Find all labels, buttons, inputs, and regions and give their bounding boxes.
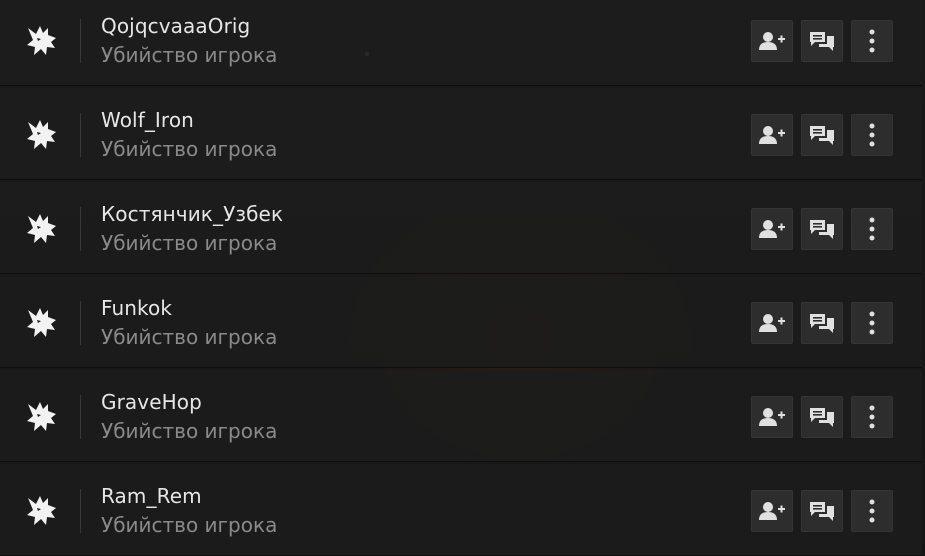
chat-button[interactable] xyxy=(801,20,843,62)
more-vertical-icon xyxy=(869,405,875,429)
row-divider xyxy=(80,19,81,63)
add-friend-icon xyxy=(759,407,785,427)
player-name: QojqcvaaaOrig xyxy=(101,14,251,38)
add-friend-icon xyxy=(759,31,785,51)
chat-icon xyxy=(809,30,835,52)
more-button[interactable] xyxy=(851,490,893,532)
add-friend-button[interactable] xyxy=(751,20,793,62)
more-button[interactable] xyxy=(851,208,893,250)
chat-button[interactable] xyxy=(801,396,843,438)
more-vertical-icon xyxy=(869,217,875,241)
wolf-logo-icon xyxy=(24,116,60,154)
player-name: Ram_Rem xyxy=(101,484,202,508)
more-button[interactable] xyxy=(851,20,893,62)
row-divider xyxy=(80,207,81,251)
player-row[interactable]: QojqcvaaaOrig Убийство игрока xyxy=(0,0,922,86)
add-friend-button[interactable] xyxy=(751,114,793,156)
add-friend-icon xyxy=(759,125,785,145)
more-button[interactable] xyxy=(851,302,893,344)
wolf-logo-icon xyxy=(24,304,60,342)
player-status: Убийство игрока xyxy=(101,137,278,161)
chat-button[interactable] xyxy=(801,490,843,532)
player-name: GraveHop xyxy=(101,390,202,414)
row-divider xyxy=(80,395,81,439)
player-name: Funkok xyxy=(101,296,173,320)
player-name: Wolf_Iron xyxy=(101,108,194,132)
chat-icon xyxy=(809,500,835,522)
row-divider xyxy=(80,301,81,345)
row-divider xyxy=(80,489,81,533)
chat-button[interactable] xyxy=(801,302,843,344)
add-friend-icon xyxy=(759,219,785,239)
more-vertical-icon xyxy=(869,29,875,53)
player-status: Убийство игрока xyxy=(101,325,278,349)
chat-icon xyxy=(809,218,835,240)
more-button[interactable] xyxy=(851,396,893,438)
player-list: QojqcvaaaOrig Убийство игрока Wolf_Iron … xyxy=(0,0,922,556)
add-friend-icon xyxy=(759,501,785,521)
more-vertical-icon xyxy=(869,123,875,147)
player-row[interactable]: GraveHop Убийство игрока xyxy=(0,370,922,462)
add-friend-button[interactable] xyxy=(751,208,793,250)
player-row[interactable]: Wolf_Iron Убийство игрока xyxy=(0,88,922,180)
add-friend-button[interactable] xyxy=(751,302,793,344)
wolf-logo-icon xyxy=(24,210,60,248)
player-status: Убийство игрока xyxy=(101,43,278,67)
chat-button[interactable] xyxy=(801,114,843,156)
player-status: Убийство игрока xyxy=(101,513,278,537)
wolf-logo-icon xyxy=(24,398,60,436)
more-vertical-icon xyxy=(869,499,875,523)
wolf-logo-icon xyxy=(24,22,60,60)
chat-icon xyxy=(809,124,835,146)
player-row[interactable]: Ram_Rem Убийство игрока xyxy=(0,464,922,556)
player-status: Убийство игрока xyxy=(101,231,278,255)
chat-icon xyxy=(809,312,835,334)
player-status: Убийство игрока xyxy=(101,419,278,443)
add-friend-button[interactable] xyxy=(751,490,793,532)
more-vertical-icon xyxy=(869,311,875,335)
chat-button[interactable] xyxy=(801,208,843,250)
more-button[interactable] xyxy=(851,114,893,156)
player-row[interactable]: Funkok Убийство игрока xyxy=(0,276,922,368)
add-friend-icon xyxy=(759,313,785,333)
add-friend-button[interactable] xyxy=(751,396,793,438)
player-name: Костянчик_Узбек xyxy=(101,202,284,226)
row-divider xyxy=(80,113,81,157)
player-row[interactable]: Костянчик_Узбек Убийство игрока xyxy=(0,182,922,274)
wolf-logo-icon xyxy=(24,492,60,530)
chat-icon xyxy=(809,406,835,428)
